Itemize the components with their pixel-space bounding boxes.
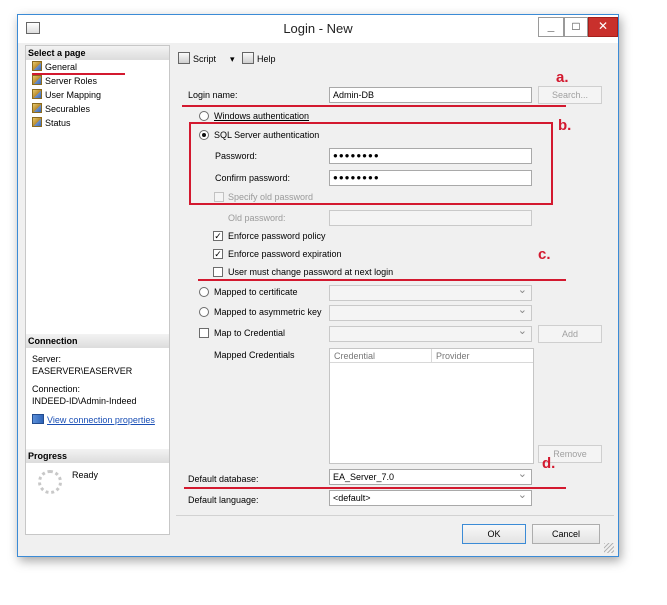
sidebar-item-user-mapping[interactable]: User Mapping: [32, 89, 101, 102]
connection-icon: [32, 414, 44, 424]
annotation-d-line: [184, 487, 566, 489]
default-language-label: Default language:: [188, 495, 259, 505]
close-button[interactable]: ✕: [588, 17, 618, 37]
map-credential-checkbox[interactable]: [199, 328, 209, 338]
grid-header: Credential Provider: [330, 349, 533, 363]
sidebar-item-label: Server Roles: [45, 76, 98, 86]
connection-value: INDEED-ID\Admin-Indeed: [32, 396, 137, 406]
mapped-certificate-radio[interactable]: [199, 287, 209, 297]
asymmetric-key-select[interactable]: [329, 303, 532, 321]
title-bar[interactable]: Login - New _ □ ✕: [18, 15, 618, 43]
certificate-select[interactable]: [329, 283, 532, 301]
page-icon: [32, 89, 42, 99]
add-button[interactable]: Add: [538, 325, 602, 343]
mapped-asymmetric-radio[interactable]: [199, 307, 209, 317]
script-dropdown-icon[interactable]: ▾: [230, 52, 235, 66]
script-icon: [178, 52, 190, 64]
old-password-label: Old password:: [228, 213, 286, 223]
sidebar-item-status[interactable]: Status: [32, 117, 71, 130]
progress-spinner-icon: [38, 470, 62, 494]
sidebar-item-server-roles[interactable]: Server Roles: [32, 75, 97, 88]
select-page-header: Select a page: [26, 46, 169, 60]
login-name-label: Login name:: [188, 90, 238, 100]
help-button[interactable]: Help: [242, 52, 276, 66]
enforce-expiration-label: Enforce password expiration: [228, 249, 342, 259]
default-language-select[interactable]: <default>: [329, 488, 532, 506]
maximize-button[interactable]: □: [564, 17, 588, 37]
server-value: EASERVER\EASERVER: [32, 366, 133, 376]
windows-auth-radio[interactable]: [199, 111, 209, 121]
sidebar-item-label: General: [45, 62, 78, 72]
credential-select[interactable]: [329, 324, 532, 342]
annotation-a-label: a.: [556, 69, 569, 86]
annotation-d-label: d.: [542, 455, 556, 472]
login-name-input[interactable]: Admin-DB: [329, 87, 532, 103]
ok-button[interactable]: OK: [462, 524, 526, 544]
sidebar-item-label: Status: [45, 118, 71, 128]
resize-grip-icon[interactable]: [604, 543, 614, 553]
minimize-button[interactable]: _: [538, 17, 564, 37]
sidebar-item-label: Securables: [45, 104, 91, 114]
page-icon: [32, 117, 42, 127]
sidebar-item-label: User Mapping: [45, 90, 102, 100]
annotation-b-box: [189, 122, 553, 205]
login-new-dialog: Login - New _ □ ✕ Select a page General …: [17, 14, 619, 557]
default-database-select[interactable]: EA_Server_7.0: [329, 467, 532, 485]
page-icon: [32, 103, 42, 113]
progress-status: Ready: [72, 470, 99, 480]
must-change-label: User must change password at next login: [228, 267, 394, 277]
left-panel: Select a page General Server Roles User …: [25, 45, 170, 535]
must-change-checkbox[interactable]: [213, 267, 223, 277]
window-title: Login - New: [283, 21, 353, 36]
help-icon: [242, 52, 254, 64]
annotation-c-label: c.: [538, 246, 551, 263]
cancel-button[interactable]: Cancel: [532, 524, 600, 544]
windows-auth-label: Windows authentication: [214, 111, 310, 121]
annotation-c-line: [198, 279, 566, 281]
footer-divider: [176, 515, 614, 516]
grid-col-provider[interactable]: Provider: [436, 349, 470, 363]
view-connection-link-text[interactable]: View connection properties: [47, 415, 155, 425]
mapped-credentials-grid[interactable]: Credential Provider: [329, 348, 534, 464]
general-underline: [32, 73, 125, 75]
page-icon: [32, 61, 42, 71]
old-password-input[interactable]: [329, 210, 532, 226]
script-button[interactable]: Script: [178, 52, 216, 66]
mapped-certificate-label: Mapped to certificate: [214, 287, 298, 297]
progress-header: Progress: [26, 449, 169, 463]
sidebar-item-securables[interactable]: Securables: [32, 103, 90, 116]
page-icon: [32, 75, 42, 85]
enforce-policy-label: Enforce password policy: [228, 231, 326, 241]
mapped-credentials-label: Mapped Credentials: [214, 350, 295, 360]
enforce-expiration-checkbox[interactable]: ✓: [213, 249, 223, 259]
grid-col-divider: [431, 349, 432, 363]
map-credential-label: Map to Credential: [214, 328, 286, 338]
default-database-label: Default database:: [188, 474, 259, 484]
enforce-policy-checkbox[interactable]: ✓: [213, 231, 223, 241]
view-connection-link[interactable]: View connection properties: [32, 413, 155, 427]
search-button[interactable]: Search...: [538, 86, 602, 104]
script-label: Script: [193, 54, 217, 64]
annotation-a-line: [182, 105, 566, 107]
mapped-asymmetric-label: Mapped to asymmetric key: [214, 307, 322, 317]
grid-col-credential[interactable]: Credential: [334, 349, 375, 363]
annotation-b-label: b.: [558, 117, 572, 134]
toolbar: Script ▾ Help: [178, 49, 614, 69]
help-label: Help: [257, 54, 276, 64]
connection-header: Connection: [26, 334, 169, 348]
